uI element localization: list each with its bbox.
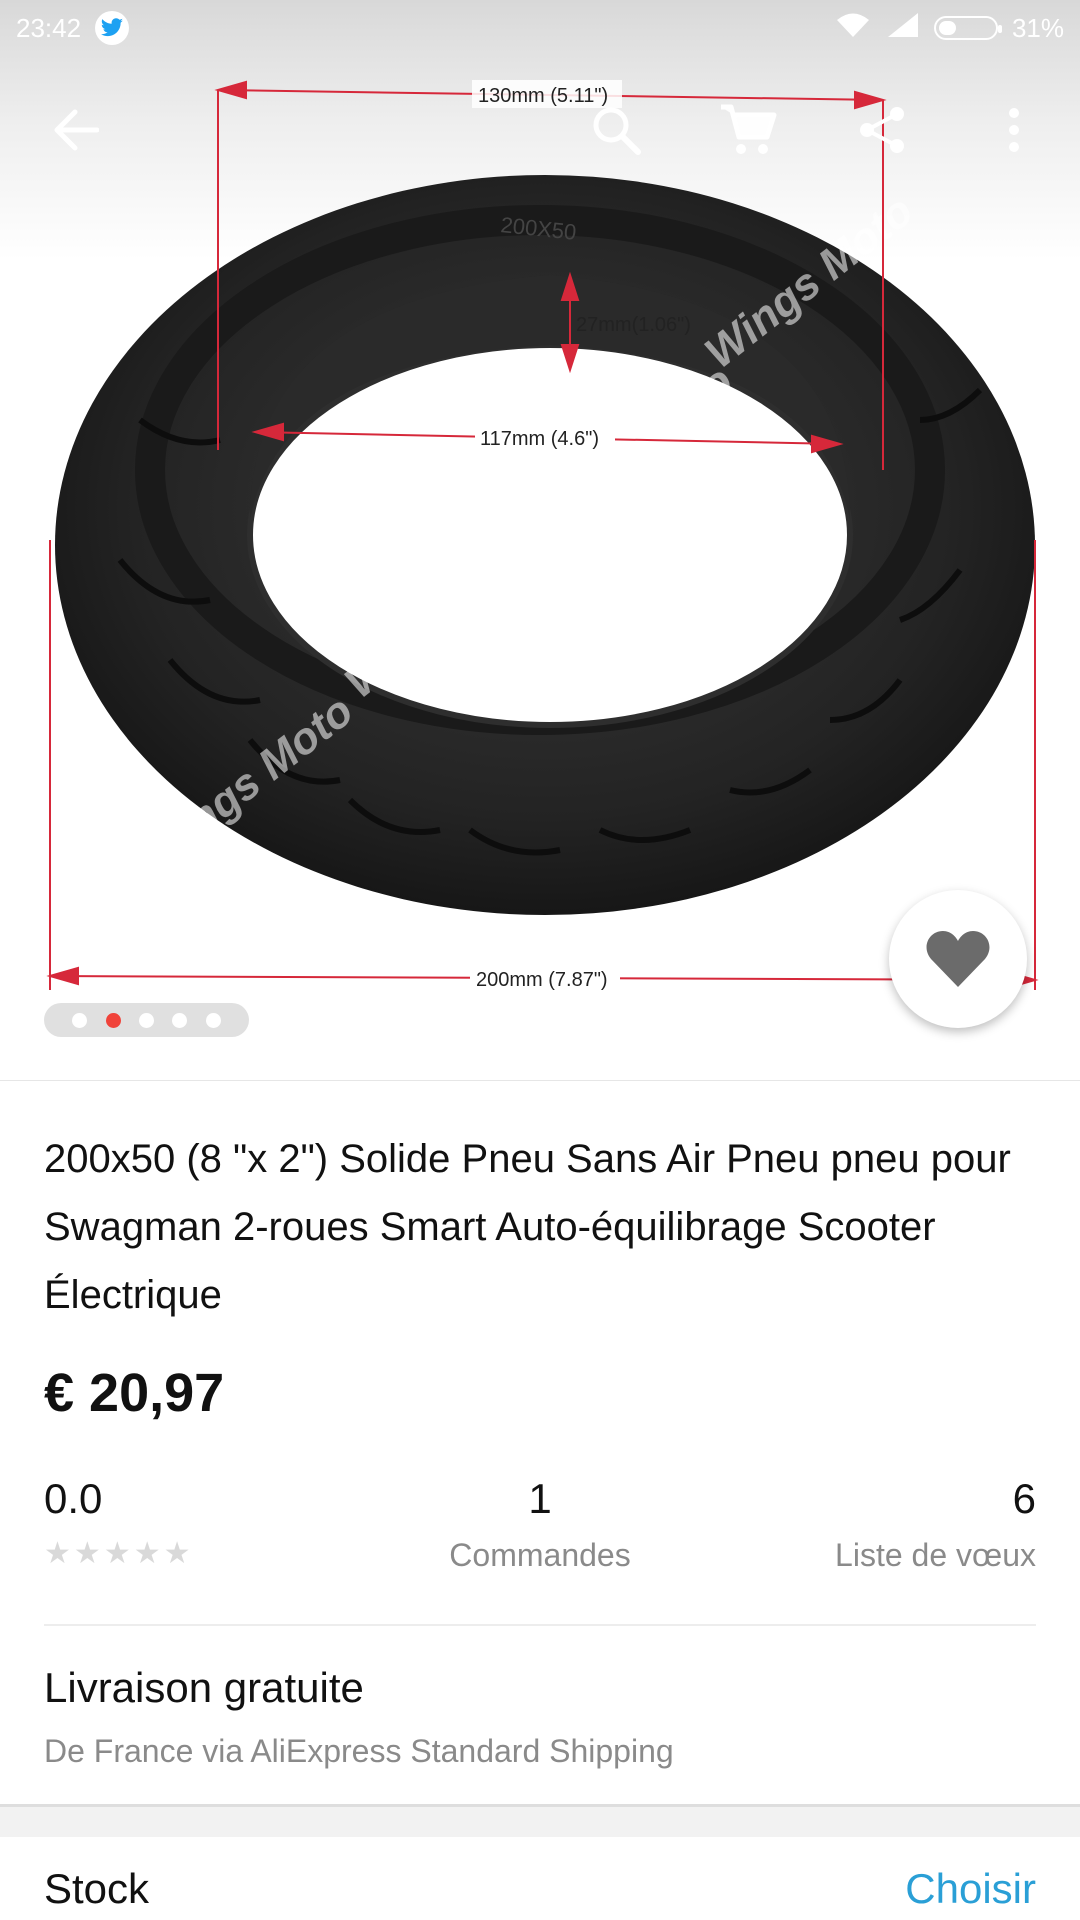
share-icon[interactable] bbox=[844, 92, 920, 168]
choose-link[interactable]: Choisir bbox=[905, 1865, 1036, 1913]
more-vert-icon[interactable] bbox=[976, 92, 1052, 168]
status-time: 23:42 bbox=[16, 12, 82, 43]
divider bbox=[0, 1080, 1080, 1081]
shipping-subtitle: De France via AliExpress Standard Shippi… bbox=[44, 1733, 674, 1769]
product-stats: 0.0 ★ ★ ★ ★ ★ 1 Commandes 6 Liste de vœu… bbox=[44, 1475, 1036, 1585]
wishlist-label: Liste de vœux bbox=[835, 1537, 1036, 1573]
carousel-dot[interactable] bbox=[138, 1012, 154, 1028]
battery-level bbox=[938, 21, 956, 35]
divider bbox=[44, 1624, 1036, 1626]
svg-text:27mm(1.06"): 27mm(1.06") bbox=[576, 314, 691, 336]
wishlist-button[interactable] bbox=[889, 890, 1027, 1028]
cart-icon[interactable] bbox=[710, 92, 786, 168]
top-toolbar bbox=[0, 70, 1080, 190]
twitter-icon bbox=[95, 11, 130, 45]
carousel-dot-active[interactable] bbox=[105, 1012, 121, 1028]
options-row[interactable]: Stock Choisir bbox=[0, 1837, 1080, 1920]
options-row-label: Stock bbox=[44, 1865, 150, 1912]
wishlist-count: 6 bbox=[1012, 1475, 1036, 1522]
carousel-indicator bbox=[44, 1003, 249, 1037]
product-price: € 20,97 bbox=[44, 1363, 225, 1423]
svg-text:117mm (4.6"): 117mm (4.6") bbox=[480, 428, 599, 450]
back-arrow-icon[interactable] bbox=[38, 92, 114, 168]
product-title: 200x50 (8 "x 2") Solide Pneu Sans Air Pn… bbox=[44, 1137, 1011, 1317]
status-bar: 23:42 31% bbox=[0, 0, 1080, 56]
heart-icon bbox=[926, 931, 990, 987]
carousel-dot[interactable] bbox=[72, 1012, 88, 1028]
search-icon[interactable] bbox=[578, 92, 654, 168]
signal-icon bbox=[886, 11, 920, 46]
carousel-dot[interactable] bbox=[205, 1012, 221, 1028]
shipping-title[interactable]: Livraison gratuite bbox=[44, 1664, 364, 1712]
battery-icon bbox=[933, 16, 1002, 40]
svg-text:200mm (7.87"): 200mm (7.87") bbox=[476, 969, 608, 991]
carousel-dot[interactable] bbox=[172, 1012, 188, 1028]
wifi-icon bbox=[834, 11, 872, 46]
orders-count: 1 bbox=[528, 1475, 552, 1522]
battery-percent: 31% bbox=[1011, 12, 1064, 43]
section-gap bbox=[0, 1807, 1080, 1837]
